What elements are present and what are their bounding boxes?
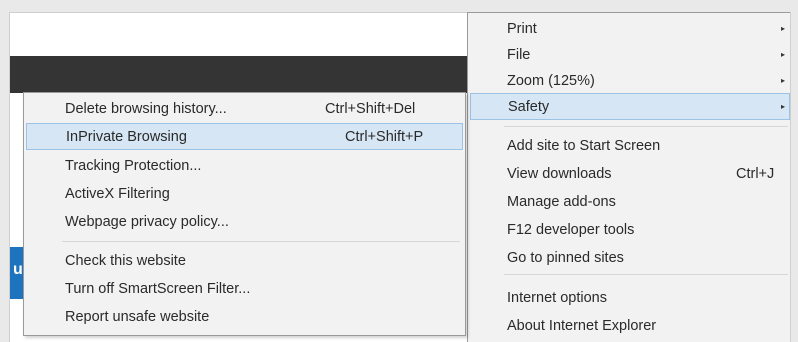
- submenu-item-inprivate[interactable]: InPrivate Browsing Ctrl+Shift+P: [26, 123, 463, 150]
- submenu-arrow-icon: ▸: [781, 50, 786, 59]
- menu-item-internet-options[interactable]: Internet options: [468, 285, 790, 311]
- submenu-item-label: Tracking Protection...: [65, 158, 202, 174]
- menu-item-view-downloads[interactable]: View downloads Ctrl+J: [468, 161, 790, 187]
- menu-separator: [504, 126, 788, 127]
- menu-item-label: Go to pinned sites: [507, 250, 624, 266]
- menu-item-label: Zoom (125%): [507, 73, 595, 89]
- submenu-item-check-website[interactable]: Check this website: [24, 248, 465, 274]
- menu-item-label: Print: [507, 21, 537, 37]
- menu-item-file[interactable]: File ▸: [468, 42, 790, 68]
- tools-menu: Print ▸ File ▸ Zoom (125%) ▸ Safety ▸ Ad…: [467, 12, 790, 342]
- submenu-item-label: Webpage privacy policy...: [65, 214, 229, 230]
- safety-submenu: Delete browsing history... Ctrl+Shift+De…: [23, 92, 466, 336]
- submenu-arrow-icon: ▸: [781, 24, 786, 33]
- menu-item-shortcut: Ctrl+J: [736, 166, 775, 182]
- submenu-item-smartscreen[interactable]: Turn off SmartScreen Filter...: [24, 276, 465, 302]
- page-blue-tile-text: u: [13, 261, 23, 278]
- submenu-item-label: Delete browsing history...: [65, 101, 227, 117]
- menu-item-label: View downloads: [507, 166, 612, 182]
- menu-item-label: F12 developer tools: [507, 222, 635, 238]
- menu-item-manage-addons[interactable]: Manage add-ons: [468, 189, 790, 215]
- menu-item-about-ie[interactable]: About Internet Explorer: [468, 313, 790, 339]
- menu-separator: [504, 274, 788, 275]
- menu-item-label: File: [507, 47, 531, 63]
- menu-item-label: Internet options: [507, 290, 607, 306]
- page-dark-band: [10, 56, 530, 93]
- submenu-item-privacy-policy[interactable]: Webpage privacy policy...: [24, 209, 465, 235]
- submenu-item-shortcut: Ctrl+Shift+P: [345, 129, 424, 145]
- submenu-item-label: Report unsafe website: [65, 309, 210, 325]
- submenu-arrow-icon: ▸: [781, 76, 786, 85]
- menu-item-pinned-sites[interactable]: Go to pinned sites: [468, 245, 790, 271]
- menu-item-f12-tools[interactable]: F12 developer tools: [468, 217, 790, 243]
- menu-item-label: About Internet Explorer: [507, 318, 657, 334]
- submenu-item-delete-history[interactable]: Delete browsing history... Ctrl+Shift+De…: [24, 96, 465, 122]
- screen: u Print ▸ File ▸ Zoom (125%) ▸ Safety ▸ …: [0, 0, 798, 342]
- menu-item-print[interactable]: Print ▸: [468, 16, 790, 42]
- submenu-arrow-icon: ▸: [781, 102, 786, 111]
- menu-item-label: Add site to Start Screen: [507, 138, 661, 154]
- menu-item-zoom[interactable]: Zoom (125%) ▸: [468, 68, 790, 94]
- submenu-item-label: ActiveX Filtering: [65, 186, 170, 202]
- menu-item-add-to-start[interactable]: Add site to Start Screen: [468, 133, 790, 159]
- menu-item-label: Safety: [508, 99, 550, 115]
- submenu-item-activex-filtering[interactable]: ActiveX Filtering: [24, 181, 465, 207]
- submenu-item-label: InPrivate Browsing: [66, 129, 187, 145]
- menu-item-label: Manage add-ons: [507, 194, 616, 210]
- submenu-item-report-unsafe[interactable]: Report unsafe website: [24, 304, 465, 330]
- submenu-item-shortcut: Ctrl+Shift+Del: [325, 101, 416, 117]
- submenu-item-label: Turn off SmartScreen Filter...: [65, 281, 251, 297]
- submenu-separator: [62, 241, 460, 242]
- submenu-item-tracking-protection[interactable]: Tracking Protection...: [24, 153, 465, 179]
- menu-item-safety[interactable]: Safety ▸: [470, 93, 790, 120]
- submenu-item-label: Check this website: [65, 253, 186, 269]
